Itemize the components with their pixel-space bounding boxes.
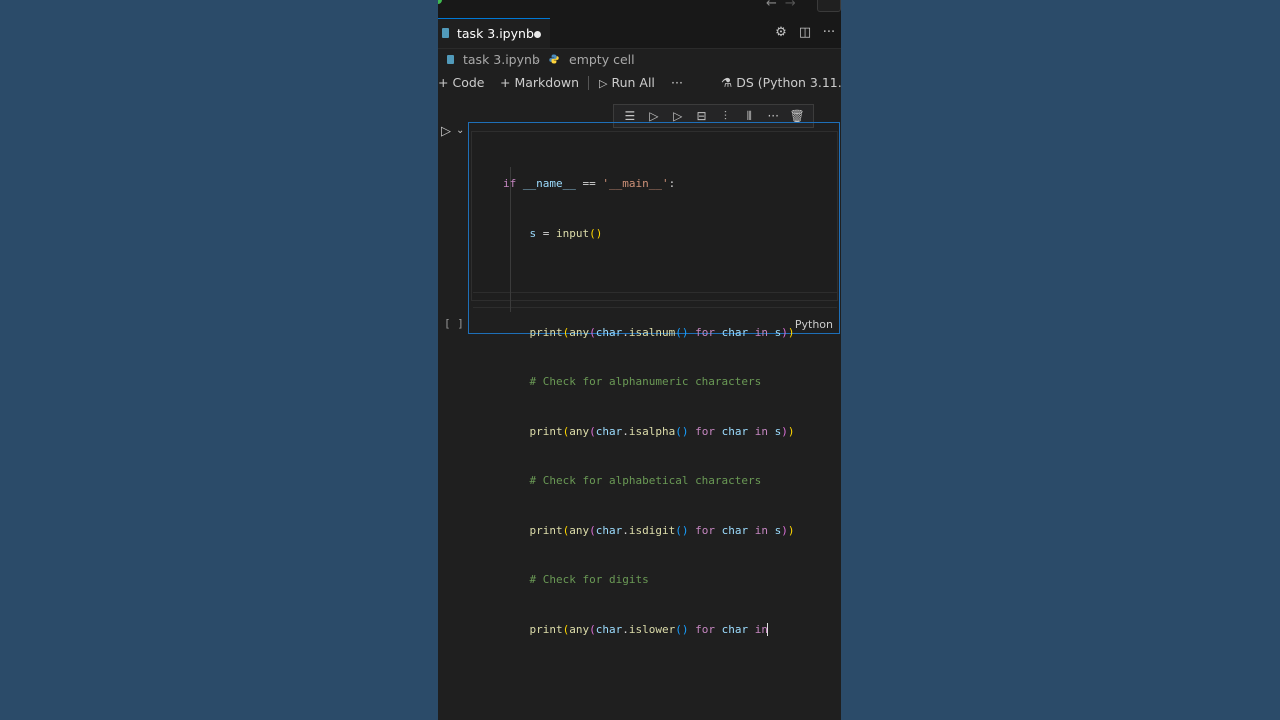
notebook-toolbar: + Code + Markdown ▷ Run All ··· ⚗ DS (Py… — [438, 72, 841, 94]
title-bar: ← → — [438, 0, 841, 18]
toolbar-divider — [588, 76, 589, 90]
code-line: print(any(char.isalpha() for char in s)) — [529, 424, 795, 438]
unsaved-dot-icon[interactable] — [534, 31, 541, 38]
code-line: print(any(char.isalnum() for char in s)) — [529, 325, 795, 339]
execution-count: [ ] — [444, 317, 464, 330]
add-markdown-label: Markdown — [514, 75, 580, 90]
execute-below-icon[interactable]: ▷ — [668, 109, 688, 123]
kernel-label: DS (Python 3.11.7) — [736, 75, 841, 90]
tab-label: task 3.ipynb — [457, 26, 534, 41]
window-maximize-dot[interactable] — [438, 0, 442, 4]
code-cell[interactable]: if __name__ == '__main__': s = input() p… — [468, 122, 840, 636]
split-cell-icon[interactable]: ⊟ — [692, 109, 712, 123]
forward-arrow-icon[interactable]: → — [785, 0, 796, 11]
tab-bar: task 3.ipynb ⚙ ◫ ··· — [438, 18, 841, 49]
desktop-background-right — [841, 0, 1280, 720]
breadcrumb: task 3.ipynb › empty cell — [438, 50, 841, 70]
more-actions-icon[interactable]: ··· — [817, 25, 841, 40]
code-text: if __name__ == '__main__': s = input() p… — [503, 143, 794, 671]
run-all-label: Run All — [611, 75, 655, 90]
code-line: print(any(char.islower() for char in — [529, 622, 768, 636]
delete-cell-icon[interactable]: 🗑 — [787, 109, 807, 123]
cell-language-picker[interactable]: Python — [795, 318, 833, 331]
breadcrumb-cell[interactable]: empty cell — [569, 52, 635, 67]
text-cursor — [766, 623, 768, 636]
code-line: # Check for alphanumeric characters — [529, 375, 762, 388]
code-line: # Check for digits — [529, 573, 649, 586]
gear-icon[interactable]: ⚙ — [769, 25, 793, 40]
python-icon — [549, 54, 559, 64]
editor-actions: ⚙ ◫ ··· — [769, 25, 841, 40]
chevron-down-icon[interactable]: ⌄ — [456, 125, 464, 136]
tab-task3-notebook[interactable]: task 3.ipynb — [438, 18, 550, 48]
breadcrumb-file[interactable]: task 3.ipynb — [463, 52, 540, 67]
run-cell-icon[interactable]: ▷ — [441, 124, 451, 139]
add-code-label: Code — [452, 75, 485, 90]
run-by-line-icon[interactable]: ☰ — [620, 109, 640, 123]
code-line: s = input() — [529, 226, 603, 240]
code-line: if __name__ == '__main__': — [503, 177, 676, 190]
execute-above-icon[interactable]: ▷ — [644, 109, 664, 123]
code-line: # Check for alphabetical characters — [529, 474, 762, 487]
add-code-cell-button[interactable]: + Code — [438, 75, 484, 90]
run-all-button[interactable]: ▷ Run All — [599, 75, 655, 90]
plus-icon: + — [438, 75, 449, 90]
code-editor[interactable]: if __name__ == '__main__': s = input() p… — [471, 131, 838, 636]
more-toolbar-actions[interactable]: ··· — [671, 75, 683, 90]
notebook-file-icon — [447, 55, 454, 64]
plus-icon: + — [500, 75, 511, 90]
chevron-right-icon: › — [535, 51, 540, 66]
run-all-icon: ▷ — [599, 77, 608, 90]
navigation-arrows: ← → — [766, 0, 804, 11]
add-markdown-cell-button[interactable]: + Markdown — [500, 75, 579, 90]
split-editor-icon[interactable]: ◫ — [793, 25, 817, 40]
code-line: print(any(char.isdigit() for char in s)) — [529, 523, 795, 537]
command-center[interactable] — [817, 0, 841, 12]
kernel-picker[interactable]: ⚗ DS (Python 3.11.7) — [721, 75, 841, 90]
notebook-file-icon — [442, 28, 449, 38]
vscode-window: ← → task 3.ipynb ⚙ ◫ ··· task 3.ipynb › emp… — [438, 0, 841, 720]
back-arrow-icon[interactable]: ← — [766, 0, 777, 11]
kernel-icon: ⚗ — [721, 75, 733, 90]
desktop-background-left — [0, 0, 438, 720]
cell-more-icon[interactable]: ··· — [763, 109, 783, 123]
